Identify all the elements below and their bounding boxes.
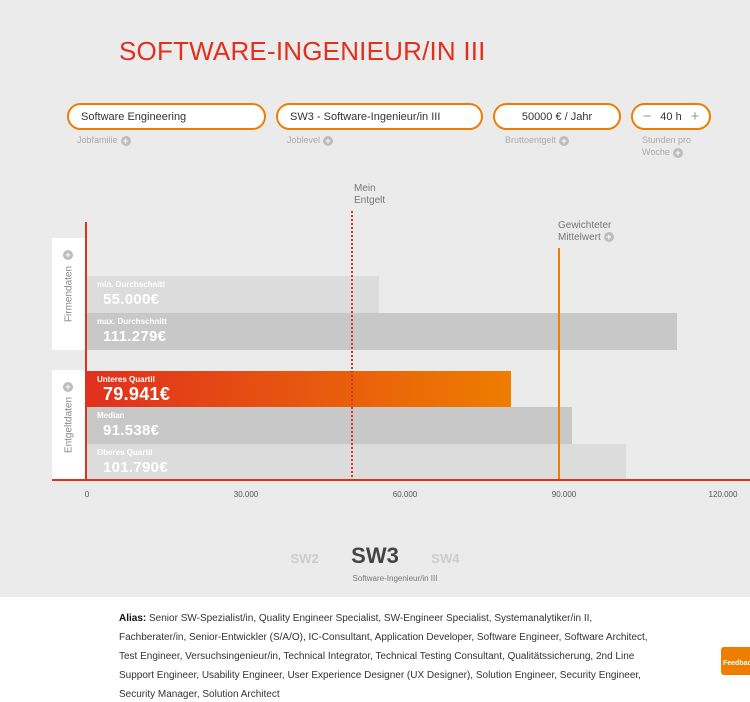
alias-text: Alias: Senior SW-Spezialist/in, Quality … bbox=[119, 609, 659, 702]
bar-value: 91.538€ bbox=[103, 422, 160, 439]
info-icon[interactable]: + bbox=[559, 135, 570, 146]
mittelwert-marker bbox=[558, 248, 560, 481]
bruttoentgelt-caption: Bruttoentgelt + bbox=[505, 134, 570, 146]
minus-button[interactable]: − bbox=[639, 109, 655, 124]
bar-label: Unteres Quartil bbox=[97, 375, 155, 384]
x-tick: 60.000 bbox=[392, 490, 418, 499]
jobfamilie-value: Software Engineering bbox=[81, 110, 187, 123]
bar-label: min. Durchschnitt bbox=[97, 280, 166, 289]
alias-section: Alias: Senior SW-Spezialist/in, Quality … bbox=[0, 597, 750, 702]
bar-label: Oberes Quartil bbox=[97, 448, 153, 457]
page-title: SOFTWARE-INGENIEUR/IN III bbox=[119, 36, 486, 66]
joblevel-select[interactable]: SW3 - Software-Ingenieur/in III bbox=[276, 103, 483, 130]
info-icon[interactable]: + bbox=[603, 232, 614, 243]
stunden-value: 40 h bbox=[660, 110, 682, 123]
mittelwert-label: Gewichteter Mittelwert + bbox=[558, 220, 614, 244]
x-tick: 120.000 bbox=[708, 490, 738, 499]
x-tick: 90.000 bbox=[551, 490, 577, 499]
info-icon[interactable]: + bbox=[323, 135, 334, 146]
bar-label: Median bbox=[97, 411, 125, 420]
level-current: SW3 bbox=[351, 543, 399, 568]
bar-value: 79.941€ bbox=[103, 384, 171, 404]
firmendaten-panel: + Firmendaten bbox=[52, 238, 85, 350]
joblevel-caption: Joblevel + bbox=[287, 134, 334, 146]
joblevel-value: SW3 - Software-Ingenieur/in III bbox=[290, 110, 441, 123]
alias-label: Alias: bbox=[119, 613, 147, 624]
info-icon[interactable]: + bbox=[63, 382, 73, 392]
x-tick: 30.000 bbox=[233, 490, 259, 499]
bruttoentgelt-value: 50000 € / Jahr bbox=[521, 110, 593, 123]
bar-min-durchschnitt: min. Durchschnitt 55.000€ bbox=[87, 276, 379, 313]
info-icon[interactable]: + bbox=[120, 135, 131, 146]
info-icon[interactable]: + bbox=[63, 250, 73, 260]
level-current-name: Software-Ingenieur/in III bbox=[352, 574, 438, 583]
info-icon[interactable]: + bbox=[672, 147, 683, 158]
mein-entgelt-marker bbox=[351, 211, 353, 481]
bruttoentgelt-input[interactable]: 50000 € / Jahr bbox=[493, 103, 621, 130]
bar-max-durchschnitt: max. Durchschnitt 111.279€ bbox=[87, 313, 677, 350]
alias-list: Senior SW-Spezialist/in, Quality Enginee… bbox=[119, 613, 648, 700]
bar-value: 111.279€ bbox=[103, 328, 167, 345]
feedback-button[interactable]: Feedback bbox=[721, 647, 750, 675]
firmendaten-label: Firmendaten bbox=[63, 265, 74, 323]
level-switcher: SW2 SW3 SW4 bbox=[0, 543, 750, 569]
bar-value: 101.790€ bbox=[103, 459, 168, 476]
level-prev-button[interactable]: SW2 bbox=[291, 551, 319, 566]
x-axis bbox=[52, 479, 750, 481]
bar-unteres-quartil: Unteres Quartil 79.941€ bbox=[87, 371, 511, 407]
mein-entgelt-label: Mein Entgelt bbox=[354, 183, 386, 206]
bar-label: max. Durchschnitt bbox=[97, 317, 167, 326]
jobfamilie-select[interactable]: Software Engineering bbox=[67, 103, 266, 130]
jobfamilie-caption: Jobfamilie + bbox=[77, 134, 131, 146]
y-axis bbox=[85, 222, 87, 481]
bar-oberes-quartil: Oberes Quartil 101.790€ bbox=[87, 444, 626, 480]
bar-median: Median 91.538€ bbox=[87, 407, 572, 444]
x-tick: 0 bbox=[84, 490, 90, 499]
entgeltdaten-panel: + Entgeltdaten bbox=[52, 370, 85, 480]
stunden-caption: Stunden pro Woche + bbox=[642, 135, 692, 158]
plus-button[interactable]: + bbox=[687, 109, 703, 124]
bar-value: 55.000€ bbox=[103, 291, 160, 308]
level-next-button[interactable]: SW4 bbox=[431, 551, 459, 566]
entgeltdaten-label: Entgeltdaten bbox=[63, 396, 74, 454]
stunden-stepper[interactable]: − 40 h + bbox=[631, 103, 711, 130]
